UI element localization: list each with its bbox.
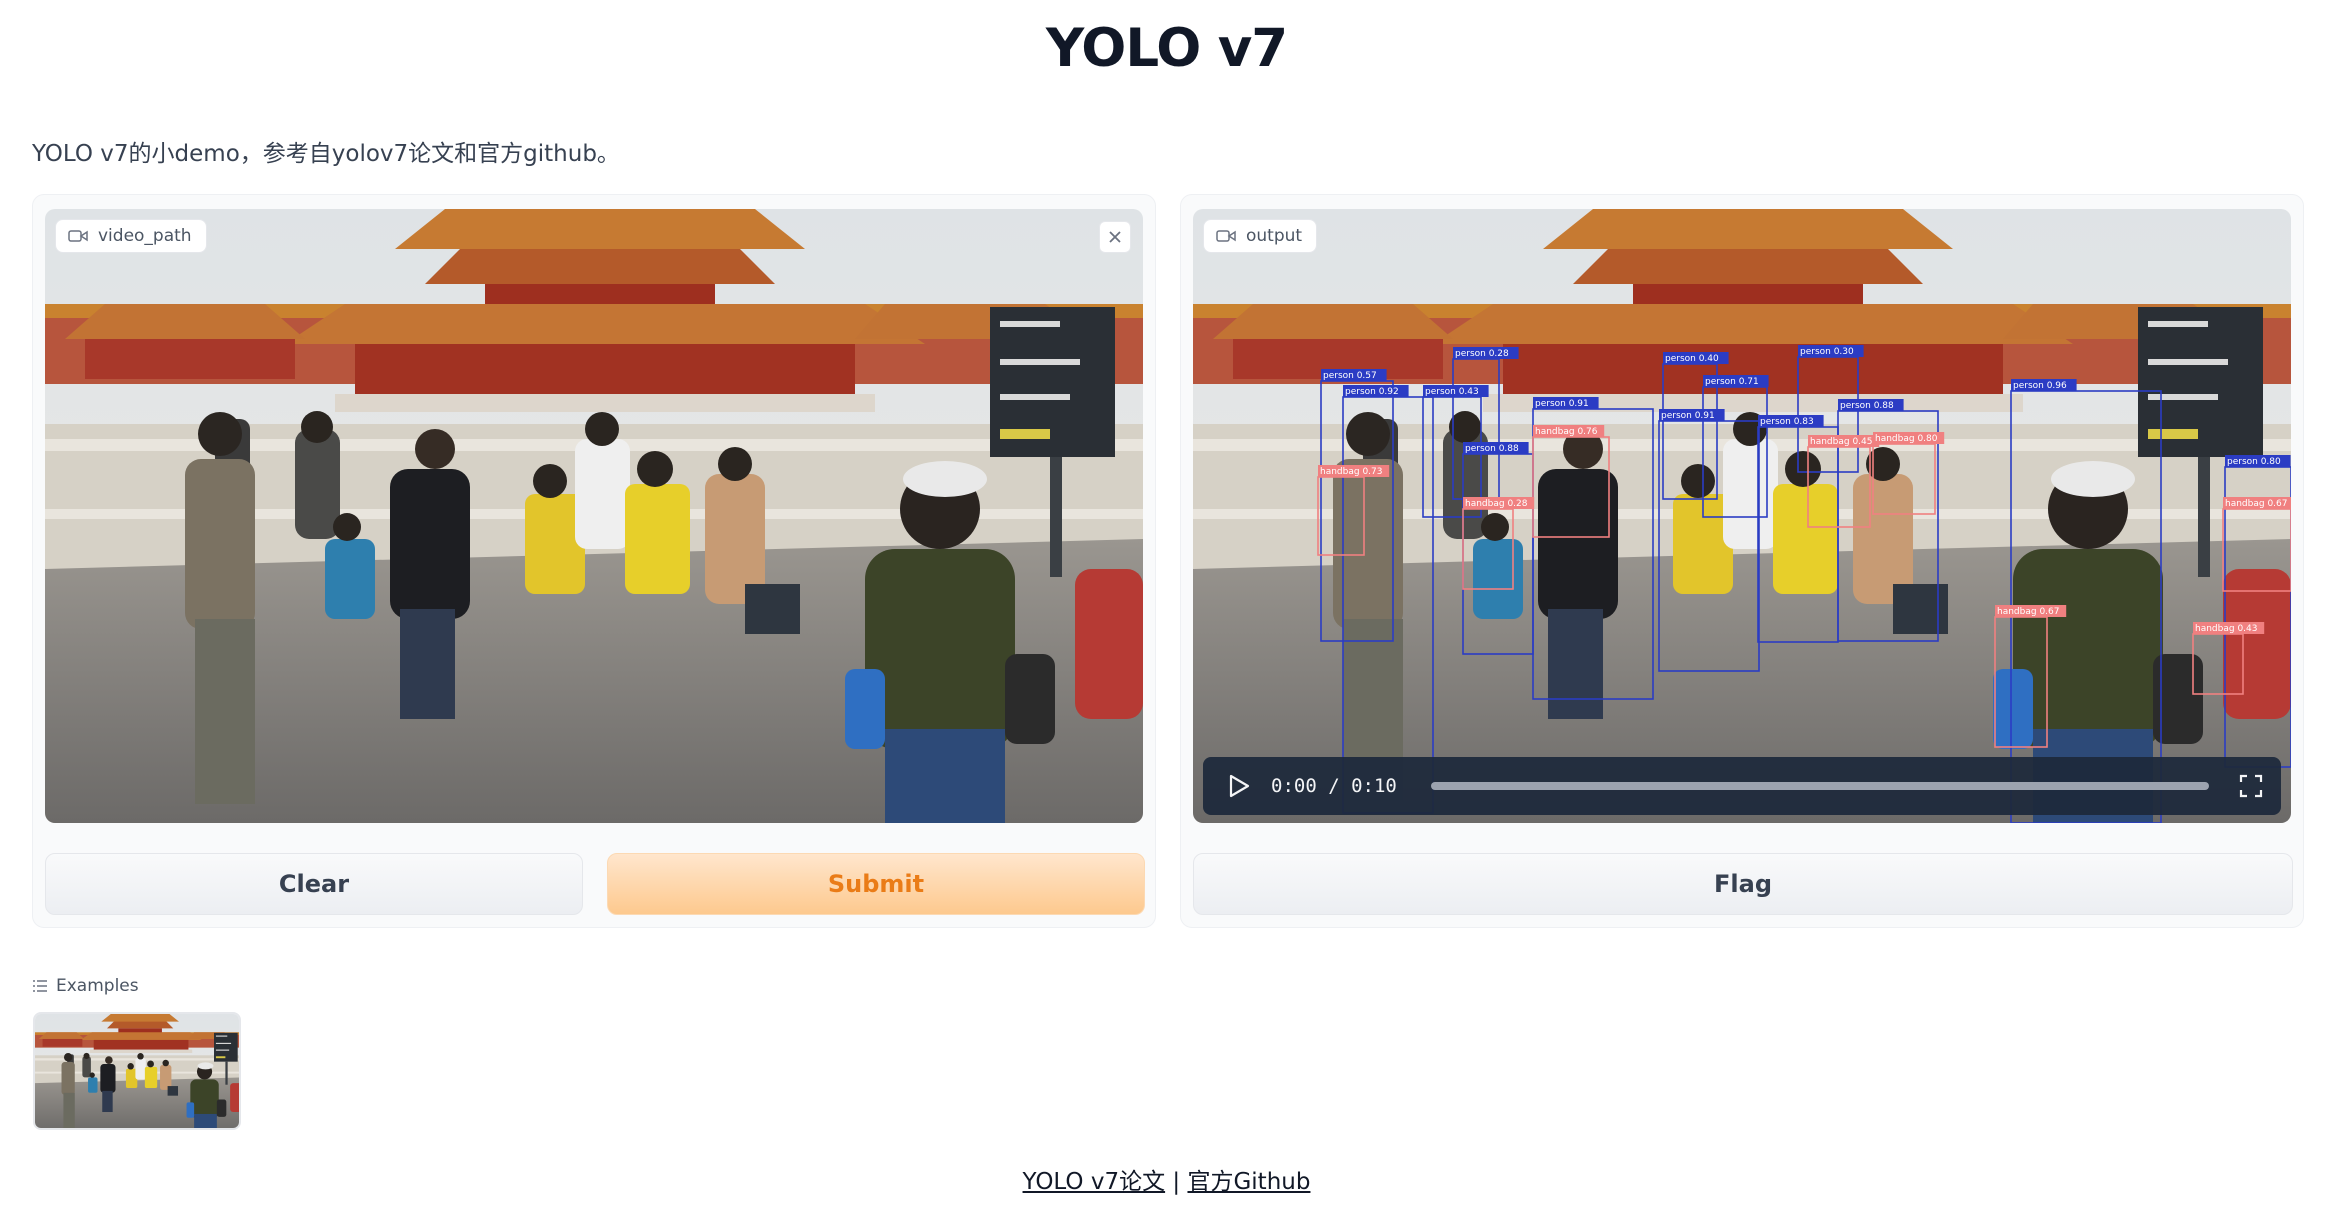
detection-label: person 0.43 <box>1425 387 1479 397</box>
input-video-label: video_path <box>98 226 192 246</box>
fullscreen-icon <box>2239 774 2263 798</box>
flag-button[interactable]: Flag <box>1193 853 2293 915</box>
detection-label: handbag 0.67 <box>1997 607 2059 617</box>
official-github-link[interactable]: 官方Github <box>1187 1169 1310 1195</box>
page-title: YOLO v7 <box>1045 18 1288 79</box>
output-video-frame: person 0.57 person 0.92 person 0.28 person … <box>1193 209 2291 823</box>
detection-label: person 0.91 <box>1661 411 1715 421</box>
detection-label: person 0.83 <box>1760 417 1814 427</box>
detection-label: person 0.57 <box>1323 371 1377 381</box>
footer: YOLO v7论文 | 官方Github <box>0 1162 2333 1196</box>
page-description: YOLO v7的小demo，参考自yolov7论文和官方github。 <box>32 141 620 167</box>
detection-label: handbag 0.80 <box>1875 434 1938 444</box>
submit-button[interactable]: Submit <box>607 853 1145 915</box>
output-video-label: output <box>1246 226 1303 246</box>
detection-label: person 0.88 <box>1465 444 1519 454</box>
detection-label: person 0.96 <box>2013 381 2067 391</box>
detection-label: handbag 0.43 <box>2195 624 2257 634</box>
detection-label: person 0.91 <box>1535 399 1589 409</box>
input-video-frame <box>45 209 1143 823</box>
detection-label: person 0.92 <box>1345 387 1399 397</box>
play-icon <box>1229 774 1250 798</box>
video-time: 0:00 / 0:10 <box>1271 775 1397 797</box>
detection-label: handbag 0.45 <box>1810 437 1872 447</box>
detection-label: person 0.88 <box>1840 401 1894 411</box>
examples-label: Examples <box>56 976 139 996</box>
yolov7-paper-link[interactable]: YOLO v7论文 <box>1023 1169 1166 1195</box>
examples-header: Examples <box>32 976 139 996</box>
play-button[interactable] <box>1215 757 1263 815</box>
video-camera-icon <box>68 230 88 242</box>
detection-label: person 0.28 <box>1455 349 1509 359</box>
clear-video-button[interactable] <box>1099 221 1131 253</box>
output-video-label-tag: output <box>1203 219 1318 253</box>
input-panel: video_path Clear Submit <box>32 194 1156 928</box>
detection-label: person 0.80 <box>2227 457 2281 467</box>
video-controls: 0:00 / 0:10 <box>1203 757 2281 815</box>
input-video-label-tag: video_path <box>55 219 207 253</box>
detection-label: handbag 0.67 <box>2225 499 2287 509</box>
detection-label: handbag 0.28 <box>1465 499 1528 509</box>
example-video-thumbnail[interactable] <box>33 1012 241 1130</box>
example-thumbnail-image <box>35 1014 239 1128</box>
output-panel: person 0.57 person 0.92 person 0.28 person … <box>1180 194 2304 928</box>
output-video[interactable]: person 0.57 person 0.92 person 0.28 person … <box>1193 209 2291 823</box>
input-video[interactable]: video_path <box>45 209 1143 823</box>
fullscreen-button[interactable] <box>2227 757 2275 815</box>
video-camera-icon <box>1216 230 1236 242</box>
detection-label: person 0.30 <box>1800 347 1854 357</box>
detection-label: person 0.40 <box>1665 354 1719 364</box>
footer-separator: | <box>1165 1169 1188 1195</box>
detection-label: handbag 0.73 <box>1320 467 1382 477</box>
detection-label: person 0.71 <box>1705 377 1759 387</box>
detection-label: handbag 0.76 <box>1535 427 1598 437</box>
clear-button[interactable]: Clear <box>45 853 583 915</box>
close-icon <box>1109 231 1121 243</box>
list-icon <box>33 980 47 992</box>
video-progress-bar[interactable] <box>1430 782 2209 790</box>
